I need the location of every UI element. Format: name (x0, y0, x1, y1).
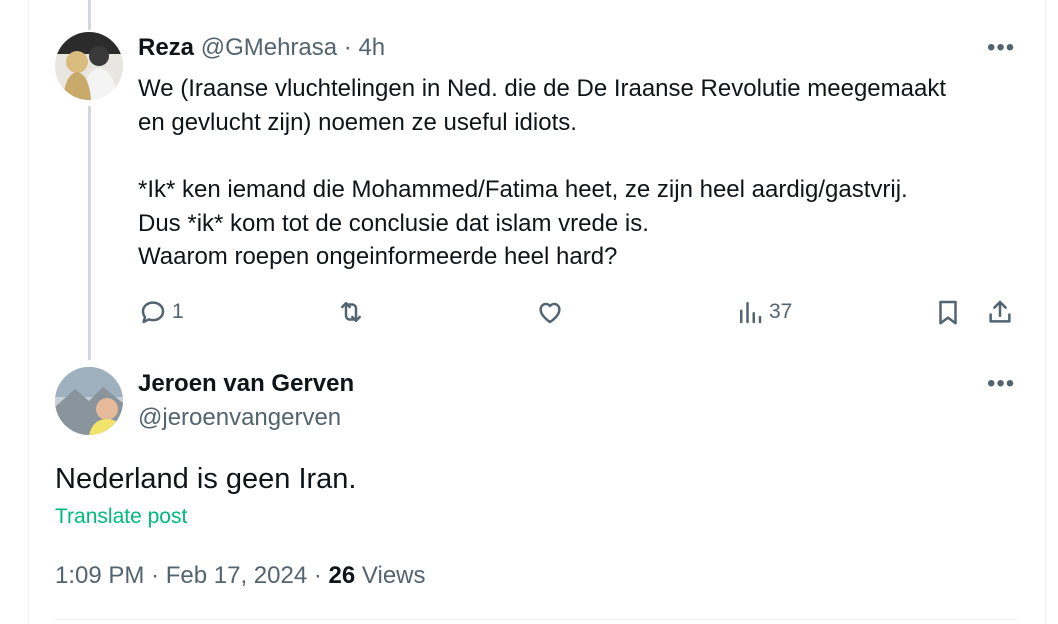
body-line: Dus *ik* kom tot de conclusie dat islam … (138, 209, 649, 237)
body-line: en gevlucht zijn) noemen ze useful idiot… (138, 108, 577, 136)
author-name[interactable]: Reza (138, 34, 194, 61)
translate-post-link[interactable]: Translate post (55, 503, 187, 531)
like-button[interactable] (535, 294, 565, 330)
bookmark-icon (939, 300, 957, 325)
thread-connector-top (88, 0, 91, 30)
post-time[interactable]: 1:09 PM (55, 562, 144, 589)
thread-connector (88, 106, 91, 360)
bookmark-button[interactable] (933, 294, 963, 330)
more-options-icon[interactable]: ••• (987, 36, 1015, 60)
retweet-button[interactable] (336, 294, 366, 330)
reply-header: Reza @GMehrasa · 4h (138, 33, 385, 63)
author-handle[interactable]: @GMehrasa (201, 34, 337, 61)
action-bar: 1 37 (138, 294, 1028, 330)
author-handle[interactable]: @jeroenvangerven (138, 403, 341, 433)
like-icon (539, 302, 561, 324)
body-line: Waarom roepen ongeinformeerde heel hard? (138, 243, 618, 270)
views-icon (740, 302, 762, 324)
views-label: Views (361, 562, 426, 589)
author-name[interactable]: Jeroen van Gerven (138, 369, 354, 399)
reply-button[interactable]: 1 (138, 294, 184, 330)
avatar-jeroen[interactable] (55, 367, 123, 435)
separator: · (313, 562, 322, 589)
views-count: 37 (769, 300, 793, 323)
views-button[interactable]: 37 (735, 294, 792, 330)
separator: · (343, 34, 352, 61)
separator: · (151, 562, 160, 589)
reply-icon (141, 301, 165, 324)
share-icon (989, 300, 1011, 323)
divider (55, 619, 1017, 620)
post-text: Nederland is geen Iran. (55, 463, 357, 495)
reply-count: 1 (172, 300, 184, 323)
more-options-icon[interactable]: ••• (987, 372, 1015, 396)
post-time[interactable]: 4h (358, 34, 385, 61)
post-date[interactable]: Feb 17, 2024 (166, 562, 307, 589)
views-count[interactable]: 26 (329, 562, 356, 589)
body-line: *Ik* ken iemand die Mohammed/Fatima heet… (138, 176, 908, 203)
avatar-reza[interactable] (55, 32, 123, 100)
reply-body: We (Iraanse vluchtelingen in Ned. die de… (138, 72, 1038, 274)
post-meta: 1:09 PM · Feb 17, 2024 · 26 Views (55, 560, 426, 592)
share-button[interactable] (985, 294, 1015, 330)
body-blank-line (138, 139, 1038, 173)
body-line: We (Iraanse vluchtelingen in Ned. die de… (138, 75, 947, 102)
retweet-icon (341, 302, 361, 322)
